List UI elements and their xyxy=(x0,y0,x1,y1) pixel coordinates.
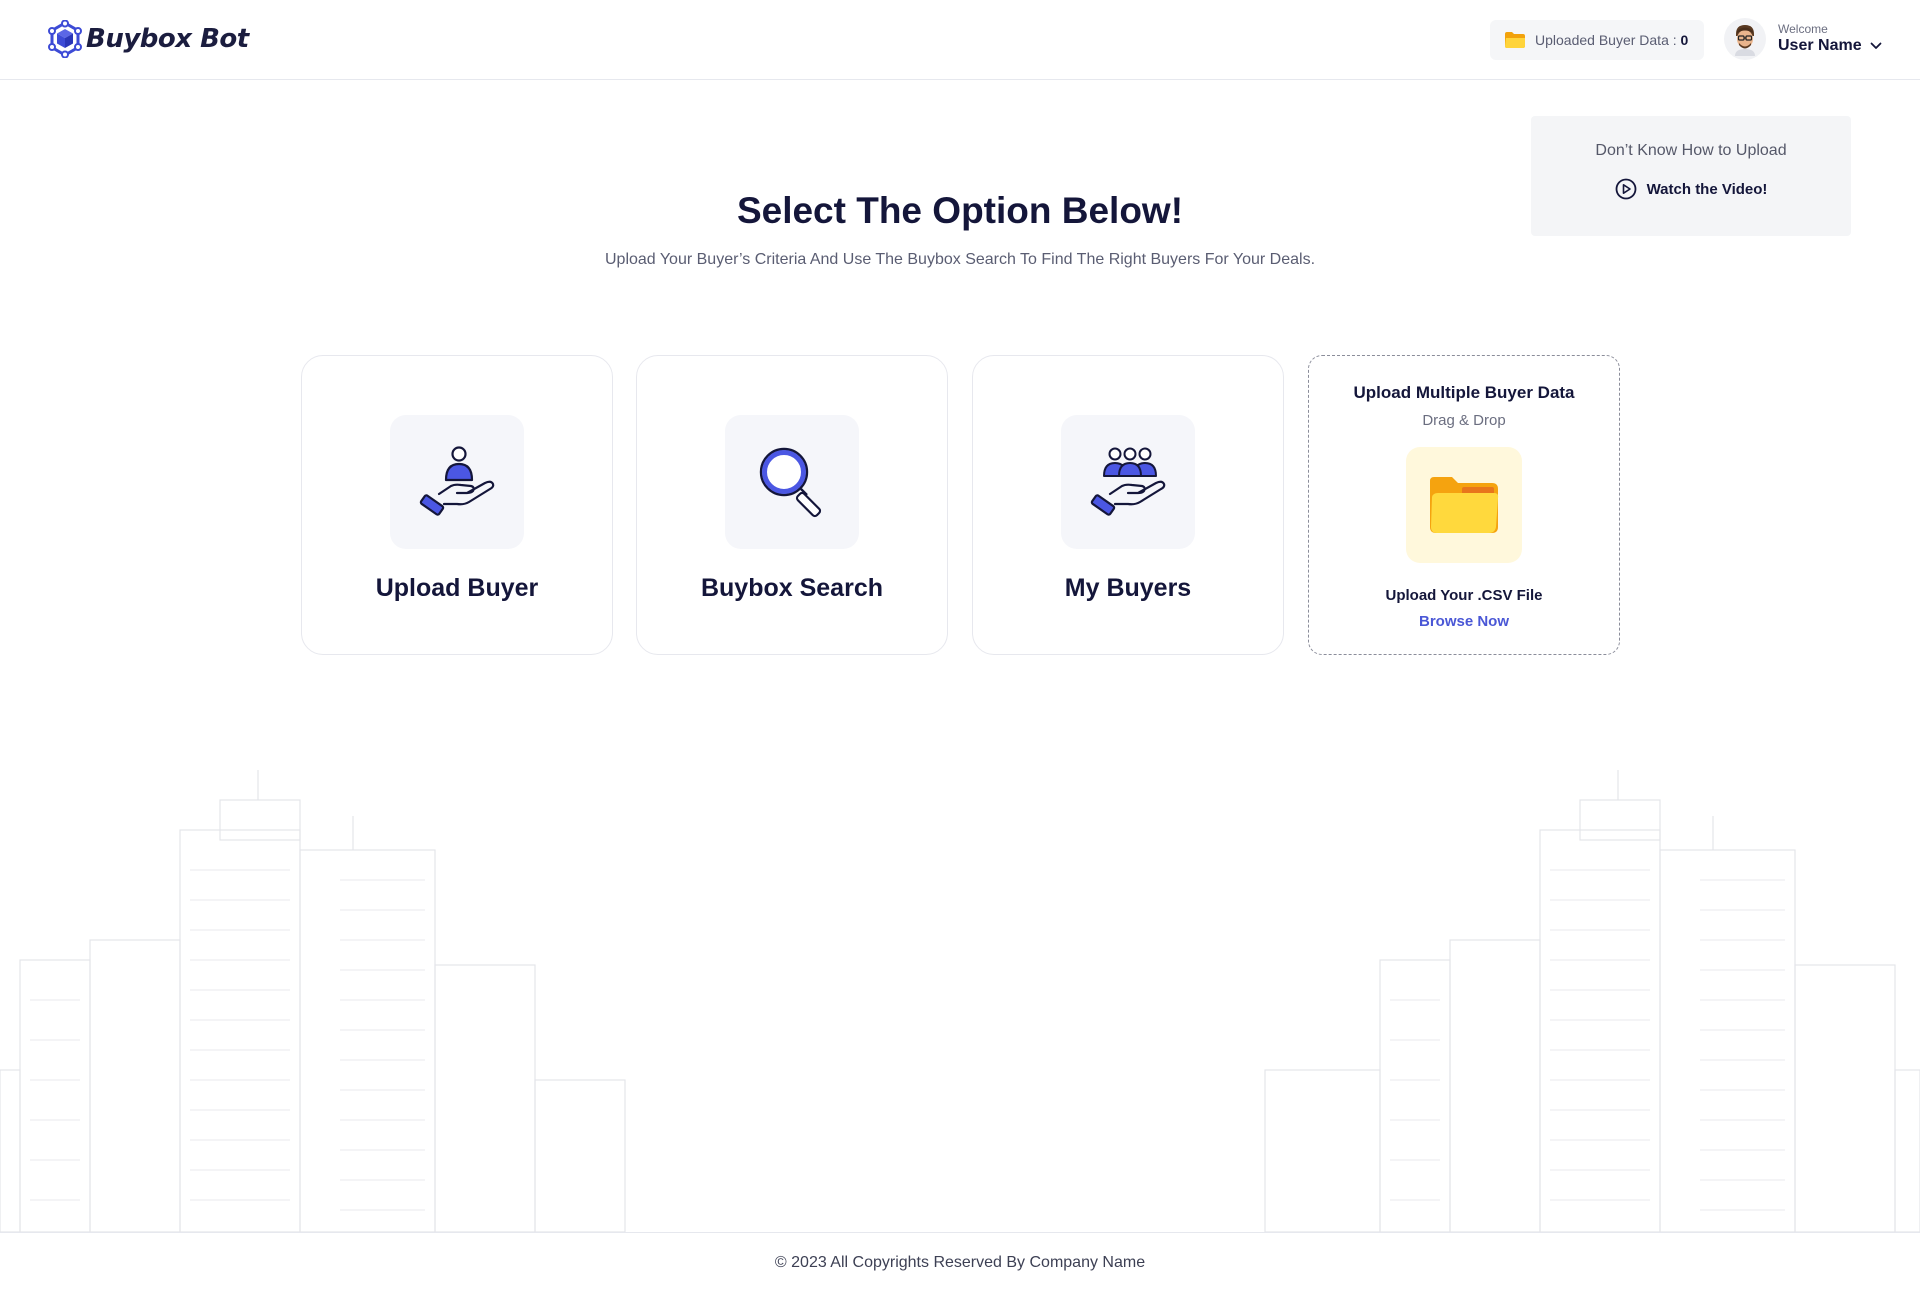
copyright-text: © 2023 All Copyrights Reserved By Compan… xyxy=(774,1254,1146,1271)
folder-icon-box xyxy=(1406,447,1522,563)
buybox-search-icon-box xyxy=(725,415,859,549)
upload-buyer-icon-box xyxy=(390,415,524,549)
dropzone-subtitle: Drag & Drop xyxy=(1422,412,1506,429)
user-name: User Name xyxy=(1778,37,1862,54)
dropzone-file-label: Upload Your .CSV File xyxy=(1385,587,1543,604)
chevron-down-icon[interactable] xyxy=(1870,42,1882,50)
magnifier-icon xyxy=(759,447,822,518)
brand-logo[interactable]: Buybox Bot xyxy=(48,20,249,58)
page-footer: © 2023 All Copyrights Reserved By Compan… xyxy=(0,1232,1920,1296)
hand-user-icon xyxy=(419,446,495,516)
page-title: Select The Option Below! xyxy=(736,190,1184,231)
browse-now-link[interactable]: Browse Now xyxy=(1309,613,1619,630)
my-buyers-label: My Buyers xyxy=(1064,574,1192,602)
my-buyers-icon-box xyxy=(1061,415,1195,549)
cube-logo-icon xyxy=(48,20,82,58)
buybox-search-card[interactable]: Buybox Search xyxy=(636,355,948,655)
user-avatar-icon xyxy=(1735,25,1755,56)
welcome-text: Welcome xyxy=(1778,22,1828,36)
folder-icon xyxy=(1505,32,1525,48)
buybox-search-label: Buybox Search xyxy=(700,574,883,602)
avatar xyxy=(1724,18,1766,60)
brand-name: Buybox Bot xyxy=(86,24,249,54)
upload-buyer-label: Upload Buyer xyxy=(375,574,539,602)
folder-icon xyxy=(1430,477,1499,533)
uploaded-count: 0 xyxy=(1680,32,1689,48)
user-menu[interactable]: Welcome User Name xyxy=(1724,18,1882,60)
uploaded-buyer-data-badge: Uploaded Buyer Data : 0 xyxy=(1490,20,1704,60)
top-header: Buybox Bot Uploaded Buyer Data : 0 Welco… xyxy=(0,0,1920,80)
page-subtitle: Upload Your Buyer’s Criteria And Use The… xyxy=(604,251,1316,268)
dropzone-title: Upload Multiple Buyer Data xyxy=(1353,383,1575,402)
csv-dropzone[interactable]: Upload Multiple Buyer Data Drag & Drop U… xyxy=(1308,355,1620,655)
help-question: Don’t Know How to Upload xyxy=(1595,142,1787,159)
my-buyers-card[interactable]: My Buyers xyxy=(972,355,1284,655)
city-skyline-illustration xyxy=(0,770,1920,1232)
hand-users-icon xyxy=(1090,447,1166,516)
uploaded-label: Uploaded Buyer Data : xyxy=(1535,32,1681,48)
upload-buyer-card[interactable]: Upload Buyer xyxy=(301,355,613,655)
